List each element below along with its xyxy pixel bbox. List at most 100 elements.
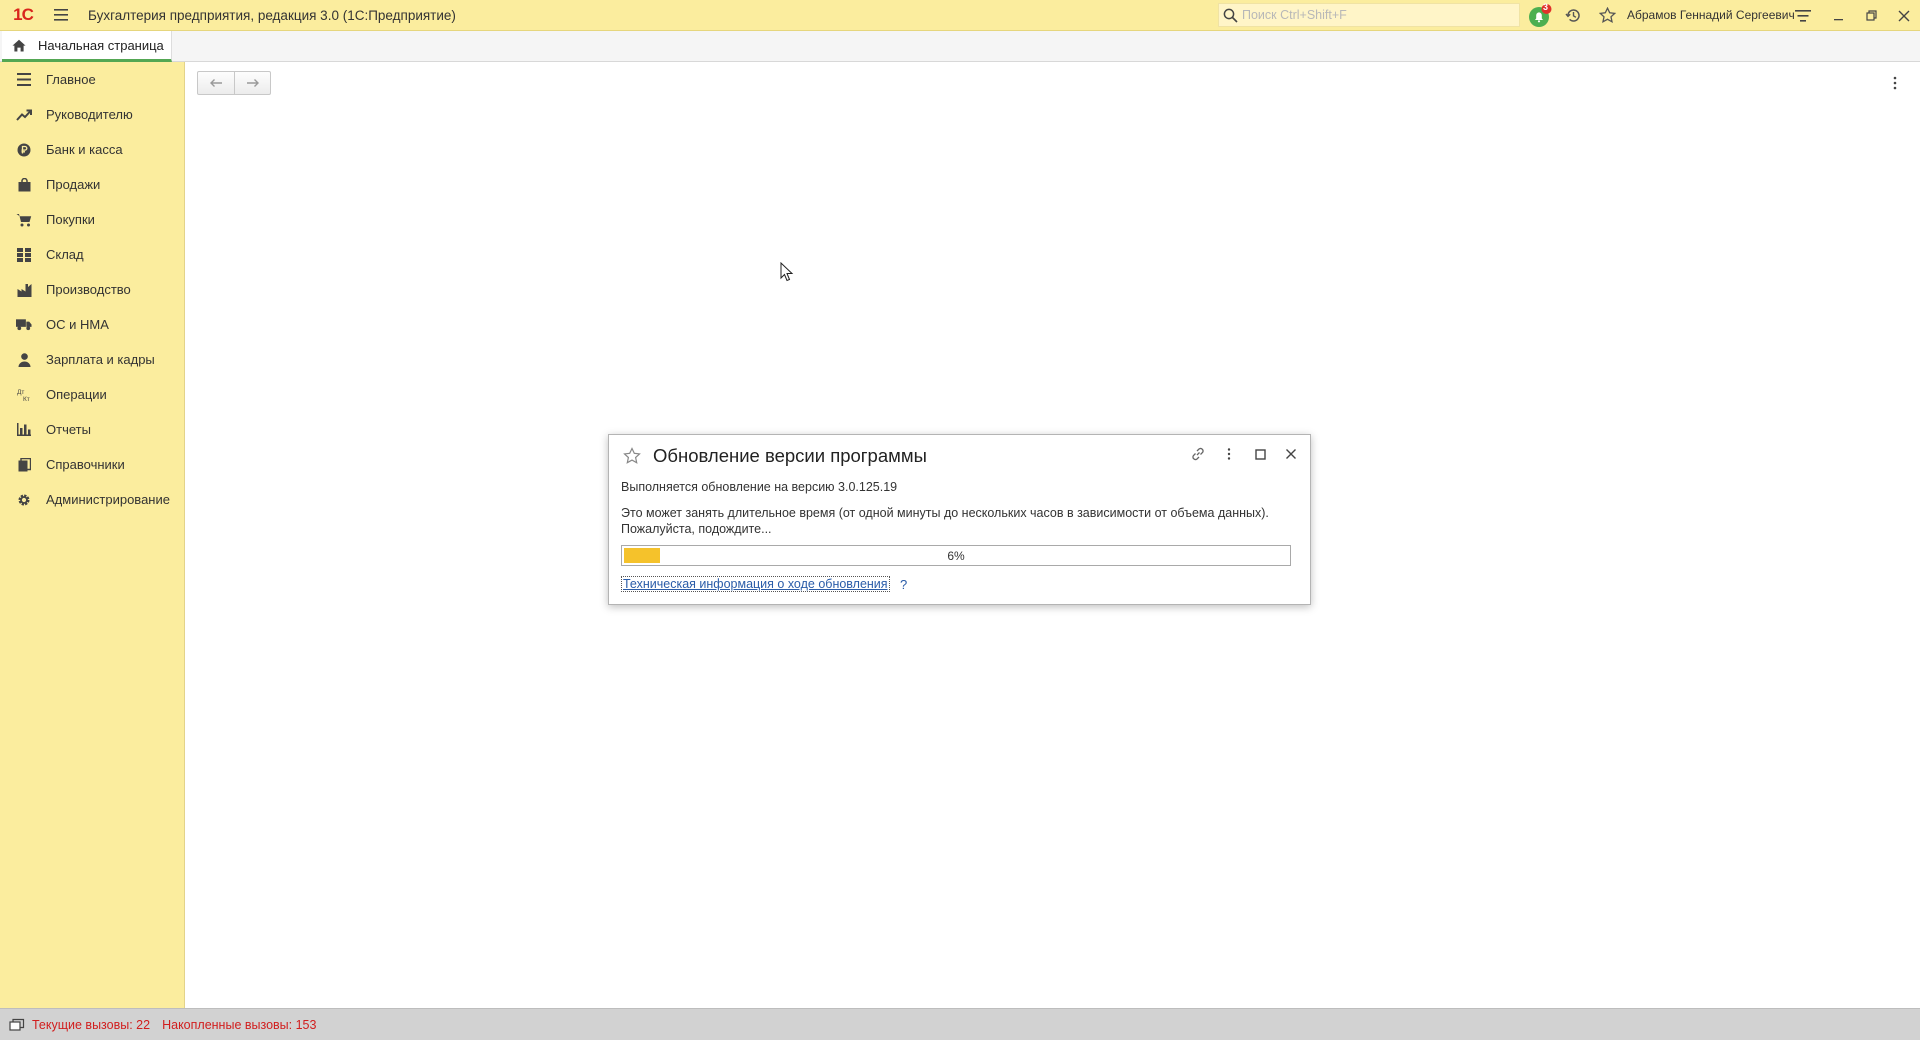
restore-button[interactable] (1859, 3, 1883, 28)
sections-panel: Главное Руководителю Банк и касса Продаж… (0, 62, 185, 1008)
sidebar-item-label: Отчеты (46, 422, 91, 437)
title-bar: 1С Бухгалтерия предприятия, редакция 3.0… (0, 0, 1920, 31)
dialog-title: Обновление версии программы (653, 445, 927, 466)
sidebar-item-purchases[interactable]: Покупки (0, 202, 184, 237)
windows-icon (9, 1018, 25, 1031)
update-progress-bar: 6% (621, 545, 1291, 566)
history-icon (1564, 9, 1580, 22)
tab-home-label: Начальная страница (38, 37, 164, 53)
update-note-line1: Это может занять длительное время (от од… (621, 506, 1269, 520)
notifications-button[interactable]: 3 (1527, 2, 1553, 28)
menu-lines-icon (16, 72, 32, 88)
dialog-maximize-button[interactable] (1251, 445, 1269, 463)
dialog-close-button[interactable] (1282, 445, 1300, 463)
app-title: Бухгалтерия предприятия, редакция 3.0 (1… (88, 7, 456, 23)
current-calls: Текущие вызовы: 22 (32, 1017, 151, 1032)
person-icon (16, 352, 32, 368)
progress-text: 6% (947, 549, 965, 563)
close-icon (1286, 449, 1296, 459)
sidebar-item-reports[interactable]: Отчеты (0, 412, 184, 447)
dt-kt-icon: Дт Кт (16, 387, 32, 403)
search-input[interactable] (1242, 8, 1502, 22)
main-menu-button[interactable] (46, 0, 76, 31)
shopping-bag-icon (16, 177, 32, 193)
more-vertical-icon (1893, 76, 1897, 90)
sidebar-item-references[interactable]: Справочники (0, 447, 184, 482)
user-name[interactable]: Абрамов Геннадий Сергеевич (1627, 8, 1795, 22)
status-bar: Текущие вызовы: 22 Накопленные вызовы: 1… (0, 1008, 1920, 1040)
restore-icon (1865, 10, 1877, 21)
sidebar-item-salary[interactable]: Зарплата и кадры (0, 342, 184, 377)
sidebar-item-sales[interactable]: Продажи (0, 167, 184, 202)
settings-menu-button[interactable] (1792, 3, 1814, 28)
sidebar-item-production[interactable]: Производство (0, 272, 184, 307)
history-button[interactable] (1562, 3, 1584, 28)
tab-bar: Начальная страница (0, 31, 1920, 62)
warehouse-grid-icon (16, 247, 32, 263)
gear-icon (16, 492, 32, 508)
books-icon (16, 457, 32, 473)
settings-menu-icon (1795, 9, 1811, 22)
global-search[interactable] (1218, 3, 1520, 27)
sidebar-item-label: Зарплата и кадры (46, 352, 155, 367)
sidebar-item-label: Справочники (46, 457, 125, 472)
factory-icon (16, 282, 32, 298)
close-icon (1898, 10, 1910, 21)
notification-badge: 3 (1543, 2, 1549, 12)
main-more-button[interactable] (1888, 72, 1902, 94)
logo-text: 1С (13, 5, 34, 24)
help-button[interactable]: ? (900, 577, 907, 592)
windows-list-button[interactable] (8, 1017, 26, 1033)
minimize-icon (1833, 19, 1843, 21)
sidebar-item-label: Администрирование (46, 492, 170, 507)
sidebar-item-label: Руководителю (46, 107, 133, 122)
update-status-text: Выполняется обновление на версию 3.0.125… (621, 480, 898, 494)
dialog-more-button[interactable] (1220, 445, 1238, 463)
update-note: Это может занять длительное время (от од… (621, 505, 1301, 537)
link-icon (1192, 447, 1204, 461)
truck-icon (16, 317, 32, 333)
hamburger-icon (54, 9, 68, 21)
dialog-favorite-button[interactable] (623, 447, 641, 465)
sidebar-item-administration[interactable]: Администрирование (0, 482, 184, 517)
sidebar-item-label: Склад (46, 247, 84, 262)
tab-home[interactable]: Начальная страница (2, 31, 172, 62)
more-vertical-icon (1227, 448, 1231, 460)
accumulated-calls: Накопленные вызовы: 153 (162, 1017, 317, 1032)
back-button[interactable] (198, 72, 234, 94)
mouse-cursor (780, 262, 794, 282)
update-dialog: Обновление версии программы Выполняется … (608, 434, 1311, 605)
dialog-link-button[interactable] (1189, 445, 1207, 463)
sidebar-item-label: Банк и касса (46, 142, 123, 157)
svg-text:Кт: Кт (23, 396, 30, 402)
history-navigation (197, 71, 271, 95)
update-note-line2: Пожалуйста, подождите... (621, 522, 772, 536)
sidebar-item-operations[interactable]: Дт Кт Операции (0, 377, 184, 412)
forward-button[interactable] (234, 72, 270, 94)
sidebar-item-manager[interactable]: Руководителю (0, 97, 184, 132)
minimize-button[interactable] (1826, 3, 1850, 28)
star-icon (1598, 7, 1616, 24)
bell-icon (1529, 3, 1552, 27)
sidebar-item-label: ОС и НМА (46, 317, 109, 332)
arrow-right-icon (246, 79, 259, 87)
bar-chart-icon (16, 422, 32, 438)
sidebar-item-fixed-assets[interactable]: ОС и НМА (0, 307, 184, 342)
star-icon (623, 447, 641, 464)
svg-text:Дт: Дт (17, 389, 24, 396)
app-logo[interactable]: 1С (0, 0, 46, 31)
sidebar-item-warehouse[interactable]: Склад (0, 237, 184, 272)
sidebar-item-label: Продажи (46, 177, 101, 192)
sidebar-item-label: Главное (46, 72, 96, 87)
sidebar-item-label: Производство (46, 282, 131, 297)
tech-info-link[interactable]: Техническая информация о ходе обновления (621, 576, 890, 592)
favorites-button[interactable] (1596, 3, 1618, 28)
search-icon (1223, 8, 1238, 23)
sidebar-item-bank[interactable]: Банк и касса (0, 132, 184, 167)
arrow-left-icon (210, 79, 222, 87)
sidebar-item-label: Операции (46, 387, 107, 402)
close-button[interactable] (1892, 3, 1916, 28)
sidebar-item-main[interactable]: Главное (0, 62, 184, 97)
trend-icon (16, 107, 32, 123)
cart-icon (16, 212, 32, 228)
